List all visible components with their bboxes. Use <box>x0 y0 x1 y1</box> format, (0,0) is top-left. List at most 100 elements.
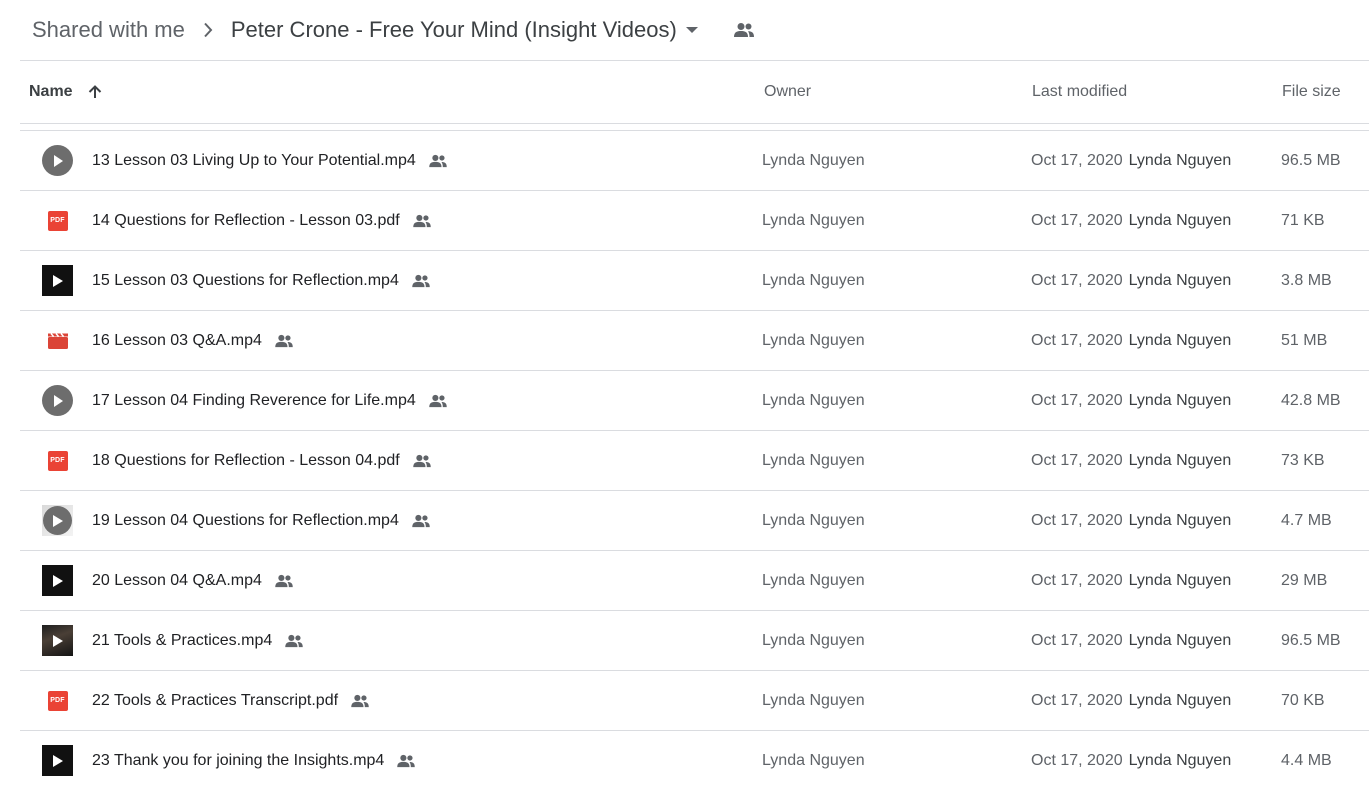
file-name: 16 Lesson 03 Q&A.mp4 <box>92 331 262 349</box>
modified-by: Lynda Nguyen <box>1128 271 1232 289</box>
modified-by: Lynda Nguyen <box>1128 751 1232 769</box>
file-name: 18 Questions for Reflection - Lesson 04.… <box>92 451 400 469</box>
file-last-modified: Oct 17, 2020 Lynda Nguyen <box>1031 671 1231 730</box>
shared-folder-icon[interactable] <box>733 22 755 38</box>
file-owner: Lynda Nguyen <box>762 451 865 469</box>
video-thumbnail-play-icon <box>42 745 73 776</box>
shared-icon <box>411 514 431 528</box>
file-name: 21 Tools & Practices.mp4 <box>92 631 273 649</box>
file-size: 42.8 MB <box>1281 391 1341 409</box>
shared-icon <box>428 394 448 408</box>
file-row-6[interactable]: PDF 18 Questions for Reflection - Lesson… <box>20 431 1369 491</box>
caret-down-icon[interactable] <box>685 26 699 34</box>
file-size: 3.8 MB <box>1281 271 1332 289</box>
file-name: 19 Lesson 04 Questions for Reflection.mp… <box>92 511 399 529</box>
modified-date: Oct 17, 2020 <box>1031 631 1123 649</box>
modified-date: Oct 17, 2020 <box>1031 751 1123 769</box>
file-row-3[interactable]: 15 Lesson 03 Questions for Reflection.mp… <box>20 251 1369 311</box>
shared-icon <box>411 274 431 288</box>
column-last-modified[interactable]: Last modified <box>1032 61 1127 123</box>
film-clapper-icon <box>42 325 73 356</box>
file-owner: Lynda Nguyen <box>762 271 865 289</box>
column-header: Name Owner Last modified File size <box>20 61 1369 124</box>
video-thumbnail-grey-play-icon <box>42 505 73 536</box>
chevron-right-icon <box>203 22 213 38</box>
modified-by: Lynda Nguyen <box>1128 331 1232 349</box>
video-circle-play-icon <box>42 145 73 176</box>
file-row-4[interactable]: 16 Lesson 03 Q&A.mp4 Lynda Nguyen Oct 17… <box>20 311 1369 371</box>
modified-date: Oct 17, 2020 <box>1031 211 1123 229</box>
shared-icon <box>396 754 416 768</box>
modified-date: Oct 17, 2020 <box>1031 511 1123 529</box>
file-row-10[interactable]: PDF 22 Tools & Practices Transcript.pdf … <box>20 671 1369 731</box>
video-thumbnail-play-icon <box>42 265 73 296</box>
file-name-cell: 19 Lesson 04 Questions for Reflection.mp… <box>92 491 431 550</box>
file-owner: Lynda Nguyen <box>762 211 865 229</box>
arrow-up-icon[interactable] <box>87 84 103 100</box>
file-size: 4.7 MB <box>1281 511 1332 529</box>
file-owner: Lynda Nguyen <box>762 691 865 709</box>
file-name: 13 Lesson 03 Living Up to Your Potential… <box>92 151 416 169</box>
file-name: 23 Thank you for joining the Insights.mp… <box>92 751 385 769</box>
file-last-modified: Oct 17, 2020 Lynda Nguyen <box>1031 191 1231 250</box>
file-name-cell: 14 Questions for Reflection - Lesson 03.… <box>92 191 432 250</box>
file-owner: Lynda Nguyen <box>762 331 865 349</box>
column-owner[interactable]: Owner <box>764 61 811 123</box>
file-name: 22 Tools & Practices Transcript.pdf <box>92 691 339 709</box>
file-name-cell: 15 Lesson 03 Questions for Reflection.mp… <box>92 251 431 310</box>
shared-icon <box>274 334 294 348</box>
file-size: 73 KB <box>1281 451 1325 469</box>
breadcrumb-current-folder[interactable]: Peter Crone - Free Your Mind (Insight Vi… <box>223 13 707 47</box>
breadcrumb: Shared with me Peter Crone - Free Your M… <box>22 0 1369 60</box>
file-last-modified: Oct 17, 2020 Lynda Nguyen <box>1031 611 1231 670</box>
file-owner: Lynda Nguyen <box>762 631 865 649</box>
file-row-1[interactable]: 13 Lesson 03 Living Up to Your Potential… <box>20 131 1369 191</box>
file-name-cell: 13 Lesson 03 Living Up to Your Potential… <box>92 131 448 190</box>
video-thumbnail-photo-play-icon <box>42 625 73 656</box>
file-last-modified: Oct 17, 2020 Lynda Nguyen <box>1031 131 1231 190</box>
file-name-cell: 22 Tools & Practices Transcript.pdf <box>92 671 370 730</box>
modified-date: Oct 17, 2020 <box>1031 571 1123 589</box>
shared-icon <box>350 694 370 708</box>
modified-by: Lynda Nguyen <box>1128 211 1232 229</box>
file-last-modified: Oct 17, 2020 Lynda Nguyen <box>1031 491 1231 550</box>
shared-icon <box>428 154 448 168</box>
file-size: 70 KB <box>1281 691 1325 709</box>
video-thumbnail-play-icon <box>42 565 73 596</box>
file-name: 14 Questions for Reflection - Lesson 03.… <box>92 211 400 229</box>
column-name-sort[interactable]: Name <box>29 61 103 123</box>
file-row-9[interactable]: 21 Tools & Practices.mp4 Lynda Nguyen Oc… <box>20 611 1369 671</box>
file-size: 71 KB <box>1281 211 1325 229</box>
pdf-icon: PDF <box>42 685 73 716</box>
modified-by: Lynda Nguyen <box>1128 511 1232 529</box>
file-row-7[interactable]: 19 Lesson 04 Questions for Reflection.mp… <box>20 491 1369 551</box>
file-row-2[interactable]: PDF 14 Questions for Reflection - Lesson… <box>20 191 1369 251</box>
file-row-11[interactable]: 23 Thank you for joining the Insights.mp… <box>20 731 1369 790</box>
file-owner: Lynda Nguyen <box>762 151 865 169</box>
file-owner: Lynda Nguyen <box>762 511 865 529</box>
modified-by: Lynda Nguyen <box>1128 391 1232 409</box>
modified-date: Oct 17, 2020 <box>1031 151 1123 169</box>
modified-by: Lynda Nguyen <box>1128 631 1232 649</box>
modified-date: Oct 17, 2020 <box>1031 391 1123 409</box>
breadcrumb-shared-with-me[interactable]: Shared with me <box>22 13 195 47</box>
modified-date: Oct 17, 2020 <box>1031 691 1123 709</box>
modified-date: Oct 17, 2020 <box>1031 451 1123 469</box>
file-last-modified: Oct 17, 2020 Lynda Nguyen <box>1031 431 1231 490</box>
file-last-modified: Oct 17, 2020 Lynda Nguyen <box>1031 311 1231 370</box>
folder-title: Peter Crone - Free Your Mind (Insight Vi… <box>230 17 677 42</box>
pdf-icon: PDF <box>42 205 73 236</box>
shared-icon <box>274 574 294 588</box>
file-row-8[interactable]: 20 Lesson 04 Q&A.mp4 Lynda Nguyen Oct 17… <box>20 551 1369 611</box>
file-name-cell: 23 Thank you for joining the Insights.mp… <box>92 731 416 790</box>
file-size: 51 MB <box>1281 331 1328 349</box>
modified-by: Lynda Nguyen <box>1128 451 1232 469</box>
shared-icon <box>412 214 432 228</box>
column-file-size[interactable]: File size <box>1282 61 1341 123</box>
file-name-cell: 21 Tools & Practices.mp4 <box>92 611 304 670</box>
file-name-cell: 20 Lesson 04 Q&A.mp4 <box>92 551 294 610</box>
file-last-modified: Oct 17, 2020 Lynda Nguyen <box>1031 371 1231 430</box>
file-row-5[interactable]: 17 Lesson 04 Finding Reverence for Life.… <box>20 371 1369 431</box>
pdf-icon: PDF <box>42 445 73 476</box>
file-name: 20 Lesson 04 Q&A.mp4 <box>92 571 262 589</box>
